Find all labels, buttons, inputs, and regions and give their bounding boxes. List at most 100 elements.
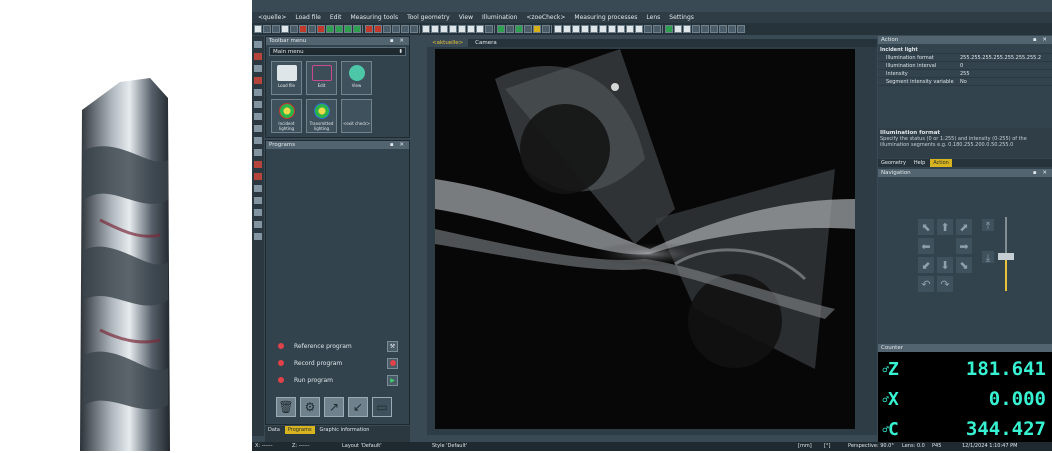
toolbar-button[interactable] xyxy=(533,25,541,33)
toolbar-button[interactable] xyxy=(524,25,532,33)
toolbar-button[interactable] xyxy=(308,25,316,33)
toolbar-button[interactable] xyxy=(281,25,289,33)
toolbar-button[interactable] xyxy=(617,25,625,33)
side-tool-icon[interactable] xyxy=(254,149,262,156)
tab-action[interactable]: Action xyxy=(930,159,952,167)
export-arrow-icon[interactable]: ↗ xyxy=(324,397,344,417)
toolbar-button[interactable] xyxy=(335,25,343,33)
toolbar-button[interactable] xyxy=(635,25,643,33)
menu-item[interactable]: Tool geometry xyxy=(407,14,450,21)
side-tool-icon[interactable] xyxy=(254,41,262,48)
toolbar-button[interactable] xyxy=(326,25,334,33)
toolbar-button[interactable] xyxy=(515,25,523,33)
tile-edit[interactable]: Edit xyxy=(306,61,337,95)
toolbar-button[interactable] xyxy=(563,25,571,33)
arrow-up-right-icon[interactable]: ⬈ xyxy=(956,219,972,235)
rotate-right-icon[interactable]: ↷ xyxy=(937,276,953,292)
toolbar-button[interactable] xyxy=(344,25,352,33)
side-tool-icon[interactable] xyxy=(254,53,262,60)
reference-program-row[interactable]: Reference program ⚒ xyxy=(278,340,398,352)
toolbar-button[interactable] xyxy=(497,25,505,33)
side-tool-icon[interactable] xyxy=(254,197,262,204)
toolbar-button[interactable] xyxy=(626,25,634,33)
menu-item[interactable]: Measuring processes xyxy=(574,14,637,21)
arrow-up-icon[interactable]: ⬆ xyxy=(937,219,953,235)
panel-controls-icon[interactable]: ▪ ✕ xyxy=(1033,36,1049,44)
gear-icon[interactable]: ⚙ xyxy=(300,397,320,417)
panel-controls-icon[interactable]: ▪ ✕ xyxy=(1033,169,1049,177)
toolbar-button[interactable] xyxy=(710,25,718,33)
tab-programs[interactable]: Programs xyxy=(284,426,315,434)
toolbar-button[interactable] xyxy=(644,25,652,33)
tile-incident-lighting[interactable]: Incident lighting xyxy=(271,99,302,133)
panel-controls-icon[interactable]: ▪ ✕ xyxy=(390,37,406,45)
play-icon[interactable]: ▶ xyxy=(387,374,398,386)
toolbar-button[interactable] xyxy=(485,25,493,33)
menu-item[interactable]: Settings xyxy=(669,14,694,21)
arrow-down-right-icon[interactable]: ⬊ xyxy=(956,257,972,273)
toolbar-button[interactable] xyxy=(263,25,271,33)
camera-image[interactable] xyxy=(435,49,855,429)
toolbar-button[interactable] xyxy=(410,25,418,33)
menu-item[interactable]: Load file xyxy=(295,14,320,21)
rotate-left-icon[interactable]: ↶ xyxy=(918,276,934,292)
toolbar-button[interactable] xyxy=(476,25,484,33)
side-tool-icon[interactable] xyxy=(254,209,262,216)
toolbar-button[interactable] xyxy=(317,25,325,33)
toolbar-button[interactable] xyxy=(674,25,682,33)
property-row[interactable]: Intensity 255 xyxy=(878,70,1052,78)
side-tool-icon[interactable] xyxy=(254,233,262,240)
side-tool-icon[interactable] xyxy=(254,89,262,96)
toolbar-button[interactable] xyxy=(599,25,607,33)
toolbar-button[interactable] xyxy=(440,25,448,33)
side-tool-icon[interactable] xyxy=(254,77,262,84)
side-tool-icon[interactable] xyxy=(254,221,262,228)
side-tool-icon[interactable] xyxy=(254,101,262,108)
toolbar-button[interactable] xyxy=(422,25,430,33)
toolbar-button[interactable] xyxy=(581,25,589,33)
toolbar-button[interactable] xyxy=(608,25,616,33)
menu-item[interactable]: Lens xyxy=(646,14,660,21)
toolbar-button[interactable] xyxy=(542,25,550,33)
import-arrow-icon[interactable]: ↙ xyxy=(348,397,368,417)
save-icon[interactable]: ▭ xyxy=(372,397,392,417)
toolbar-button[interactable] xyxy=(353,25,361,33)
arrow-left-icon[interactable]: ⬅ xyxy=(918,238,934,254)
panel-controls-icon[interactable]: ▪ ✕ xyxy=(390,141,406,149)
main-menu-select[interactable]: Main menu ⬍ xyxy=(269,47,406,56)
status-layout[interactable]: Layout 'Default' xyxy=(342,442,382,451)
menu-item[interactable]: <zoeCheck> xyxy=(526,14,565,21)
toolbar-button[interactable] xyxy=(458,25,466,33)
toolbar-button[interactable] xyxy=(737,25,745,33)
menu-item[interactable]: Measuring tools xyxy=(350,14,398,21)
toolbar-button[interactable] xyxy=(506,25,514,33)
toolbar-button[interactable] xyxy=(383,25,391,33)
menu-item[interactable]: View xyxy=(459,14,473,21)
tile-transmitted-lighting[interactable]: Transmitted lighting xyxy=(306,99,337,133)
status-style[interactable]: Style 'Default' xyxy=(432,442,467,451)
tab-geometry[interactable]: Geometry xyxy=(878,159,909,167)
tab-camera[interactable]: Camera xyxy=(470,39,502,47)
tile-load-file[interactable]: Load file xyxy=(271,61,302,95)
property-row[interactable]: Illumination interval 0 xyxy=(878,62,1052,70)
toolbar-button[interactable] xyxy=(554,25,562,33)
menu-item[interactable]: <quelle> xyxy=(258,14,286,21)
tab-data[interactable]: Data xyxy=(265,426,283,434)
toolbar-button[interactable] xyxy=(254,25,262,33)
tab-graphic-information[interactable]: Graphic information xyxy=(317,426,373,434)
toolbar-button[interactable] xyxy=(401,25,409,33)
side-tool-icon[interactable] xyxy=(254,161,262,168)
tile-view[interactable]: View xyxy=(341,61,372,95)
side-tool-icon[interactable] xyxy=(254,185,262,192)
side-tool-icon[interactable] xyxy=(254,137,262,144)
toolbar-button[interactable] xyxy=(392,25,400,33)
arrow-down-icon[interactable]: ⬇ xyxy=(937,257,953,273)
toolbar-button[interactable] xyxy=(272,25,280,33)
toolbar-button[interactable] xyxy=(290,25,298,33)
toolbar-button[interactable] xyxy=(467,25,475,33)
toolbar-button[interactable] xyxy=(449,25,457,33)
toolbar-button[interactable] xyxy=(653,25,661,33)
toolbar-button[interactable] xyxy=(572,25,580,33)
tile-exit-check[interactable]: <exit check> xyxy=(341,99,372,133)
menu-item[interactable]: Illumination xyxy=(482,14,517,21)
